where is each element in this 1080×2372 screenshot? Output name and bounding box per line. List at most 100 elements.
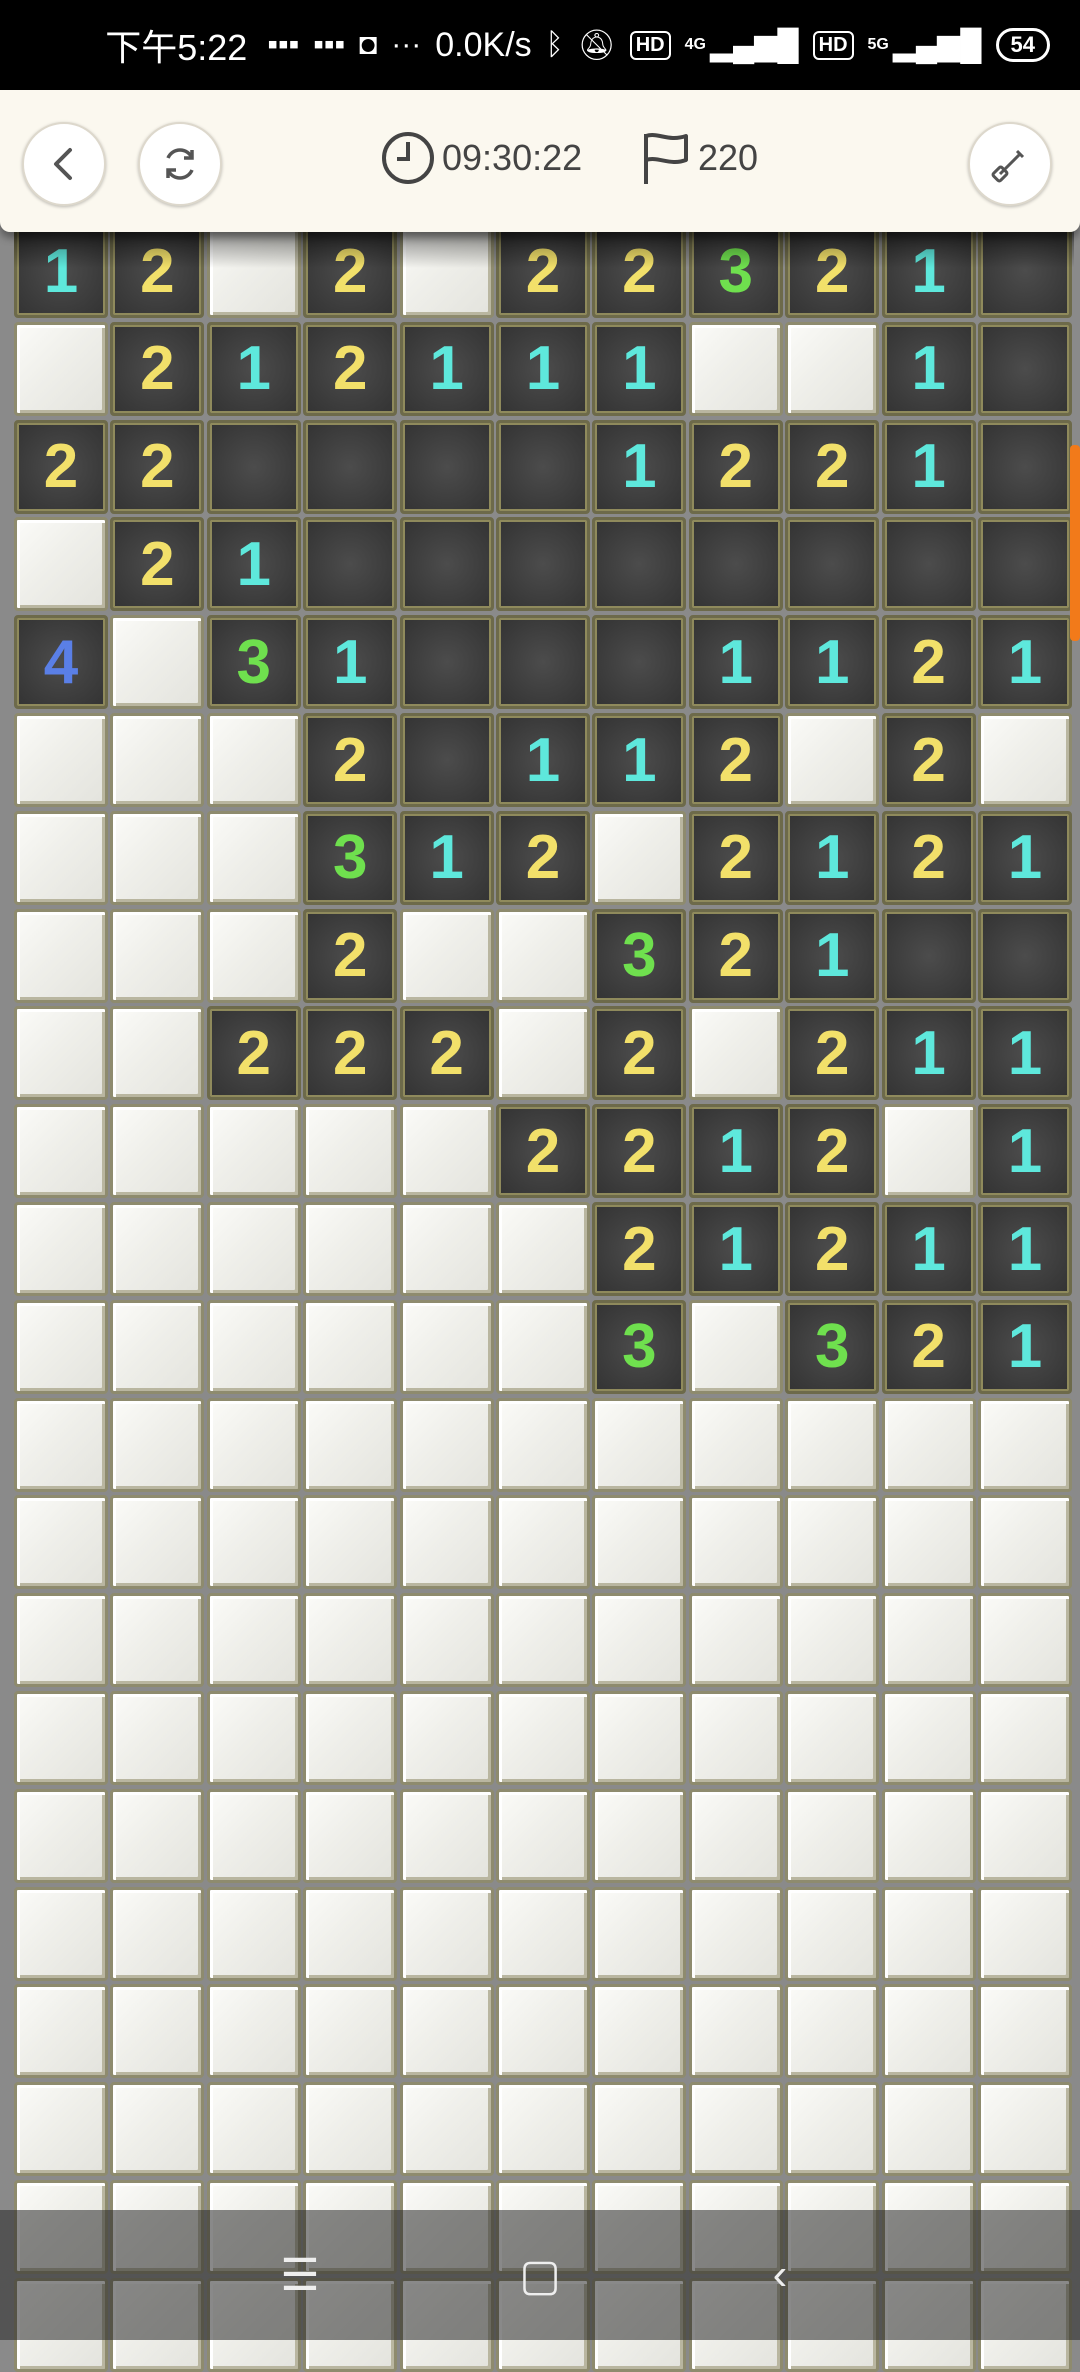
unrevealed-cell[interactable] (206, 1397, 301, 1492)
unrevealed-cell[interactable] (206, 810, 301, 905)
revealed-number-cell[interactable]: 2 (303, 713, 398, 807)
revealed-number-cell[interactable]: 1 (14, 224, 108, 318)
revealed-number-cell[interactable]: 2 (206, 1006, 301, 1101)
revealed-number-cell[interactable]: 2 (496, 810, 590, 905)
revealed-number-cell[interactable]: 2 (592, 224, 687, 318)
revealed-number-cell[interactable]: 1 (592, 321, 687, 416)
revealed-number-cell[interactable]: 4 (14, 615, 108, 710)
unrevealed-cell[interactable] (206, 1104, 301, 1199)
unrevealed-cell[interactable] (399, 1495, 494, 1590)
unrevealed-cell[interactable] (399, 908, 494, 1003)
unrevealed-cell[interactable] (14, 1495, 108, 1590)
unrevealed-cell[interactable] (303, 1202, 398, 1296)
revealed-empty-cell[interactable] (399, 419, 494, 514)
revealed-number-cell[interactable]: 1 (785, 810, 880, 905)
unrevealed-cell[interactable] (14, 713, 108, 807)
revealed-number-cell[interactable]: 3 (688, 224, 783, 318)
unrevealed-cell[interactable] (881, 1691, 976, 1785)
revealed-number-cell[interactable]: 2 (110, 224, 205, 318)
unrevealed-cell[interactable] (785, 1984, 880, 2079)
revealed-number-cell[interactable]: 1 (881, 419, 976, 514)
revealed-number-cell[interactable]: 2 (399, 1006, 494, 1101)
unrevealed-cell[interactable] (978, 1788, 1072, 1883)
unrevealed-cell[interactable] (110, 1691, 205, 1785)
revealed-number-cell[interactable]: 2 (303, 908, 398, 1003)
unrevealed-cell[interactable] (303, 1691, 398, 1785)
revealed-empty-cell[interactable] (978, 517, 1072, 612)
unrevealed-cell[interactable] (110, 1788, 205, 1883)
unrevealed-cell[interactable] (978, 713, 1072, 807)
revealed-number-cell[interactable]: 2 (14, 419, 108, 514)
revealed-number-cell[interactable]: 2 (592, 1202, 687, 1296)
unrevealed-cell[interactable] (496, 2082, 590, 2177)
unrevealed-cell[interactable] (881, 1397, 976, 1492)
revealed-number-cell[interactable]: 1 (688, 1202, 783, 1296)
unrevealed-cell[interactable] (110, 1593, 205, 1688)
unrevealed-cell[interactable] (688, 1691, 783, 1785)
unrevealed-cell[interactable] (496, 1299, 590, 1394)
unrevealed-cell[interactable] (688, 1788, 783, 1883)
unrevealed-cell[interactable] (785, 1788, 880, 1883)
unrevealed-cell[interactable] (978, 1691, 1072, 1785)
revealed-number-cell[interactable]: 1 (592, 713, 687, 807)
revealed-number-cell[interactable]: 3 (206, 615, 301, 710)
revealed-number-cell[interactable]: 2 (303, 1006, 398, 1101)
unrevealed-cell[interactable] (881, 1593, 976, 1688)
revealed-empty-cell[interactable] (785, 517, 880, 612)
unrevealed-cell[interactable] (110, 1006, 205, 1101)
unrevealed-cell[interactable] (881, 1104, 976, 1199)
unrevealed-cell[interactable] (399, 1984, 494, 2079)
revealed-number-cell[interactable]: 1 (592, 419, 687, 514)
unrevealed-cell[interactable] (110, 1299, 205, 1394)
revealed-number-cell[interactable]: 3 (592, 908, 687, 1003)
unrevealed-cell[interactable] (206, 1691, 301, 1785)
unrevealed-cell[interactable] (14, 517, 108, 612)
unrevealed-cell[interactable] (14, 2082, 108, 2177)
unrevealed-cell[interactable] (399, 1104, 494, 1199)
unrevealed-cell[interactable] (110, 908, 205, 1003)
unrevealed-cell[interactable] (592, 1691, 687, 1785)
revealed-number-cell[interactable]: 1 (496, 713, 590, 807)
unrevealed-cell[interactable] (978, 1593, 1072, 1688)
unrevealed-cell[interactable] (206, 713, 301, 807)
unrevealed-cell[interactable] (399, 1788, 494, 1883)
revealed-number-cell[interactable]: 1 (785, 615, 880, 710)
menu-icon[interactable]: ☰ (270, 2250, 330, 2301)
unrevealed-cell[interactable] (496, 1691, 590, 1785)
scroll-indicator[interactable] (1070, 445, 1080, 641)
revealed-empty-cell[interactable] (496, 517, 590, 612)
revealed-empty-cell[interactable] (303, 419, 398, 514)
unrevealed-cell[interactable] (688, 1299, 783, 1394)
unrevealed-cell[interactable] (785, 321, 880, 416)
revealed-number-cell[interactable]: 1 (978, 1006, 1072, 1101)
revealed-number-cell[interactable]: 1 (206, 517, 301, 612)
back-button[interactable] (22, 122, 106, 206)
unrevealed-cell[interactable] (592, 1495, 687, 1590)
unrevealed-cell[interactable] (785, 2082, 880, 2177)
unrevealed-cell[interactable] (110, 1202, 205, 1296)
unrevealed-cell[interactable] (399, 1886, 494, 1981)
revealed-number-cell[interactable]: 2 (688, 908, 783, 1003)
unrevealed-cell[interactable] (206, 224, 301, 318)
revealed-number-cell[interactable]: 3 (592, 1299, 687, 1394)
unrevealed-cell[interactable] (303, 1886, 398, 1981)
unrevealed-cell[interactable] (399, 1299, 494, 1394)
revealed-empty-cell[interactable] (978, 321, 1072, 416)
unrevealed-cell[interactable] (785, 713, 880, 807)
unrevealed-cell[interactable] (399, 1202, 494, 1296)
unrevealed-cell[interactable] (496, 1397, 590, 1492)
unrevealed-cell[interactable] (785, 1691, 880, 1785)
unrevealed-cell[interactable] (688, 1984, 783, 2079)
revealed-empty-cell[interactable] (592, 517, 687, 612)
revealed-empty-cell[interactable] (881, 517, 976, 612)
home-icon[interactable]: ▢ (510, 2250, 570, 2301)
unrevealed-cell[interactable] (496, 1495, 590, 1590)
dig-mode-button[interactable] (968, 122, 1052, 206)
revealed-number-cell[interactable]: 1 (978, 1299, 1072, 1394)
revealed-number-cell[interactable]: 2 (881, 615, 976, 710)
unrevealed-cell[interactable] (303, 2082, 398, 2177)
unrevealed-cell[interactable] (110, 810, 205, 905)
revealed-number-cell[interactable]: 1 (688, 615, 783, 710)
revealed-number-cell[interactable]: 1 (978, 810, 1072, 905)
revealed-number-cell[interactable]: 1 (978, 1104, 1072, 1199)
